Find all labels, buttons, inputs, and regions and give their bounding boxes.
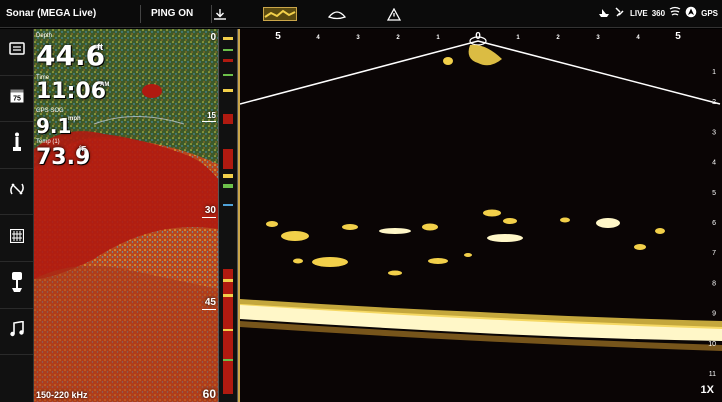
fish-return <box>503 218 517 224</box>
fish-return <box>655 228 665 234</box>
transducer-icon <box>12 132 22 157</box>
depth-tick <box>202 309 216 310</box>
range-label: 0 <box>475 31 481 42</box>
range-label: 1 <box>516 35 520 41</box>
cone-view-icon[interactable] <box>326 6 348 22</box>
flasher-column <box>218 29 238 402</box>
fish-return <box>266 221 278 227</box>
down-scale-45: 45 <box>204 297 216 308</box>
depth-label: 2 <box>712 99 716 106</box>
status-icons: LIVE 360 GPS <box>598 6 718 20</box>
time-value: 11:06 <box>36 79 107 104</box>
depth-label: 6 <box>712 220 716 227</box>
fish-return <box>560 217 570 223</box>
sog-unit: mph <box>68 116 81 122</box>
depth-label: 7 <box>712 250 716 257</box>
range-label: 5 <box>675 31 681 42</box>
fish-return <box>422 223 438 231</box>
depth-label: 11 <box>709 371 716 378</box>
sidebar-item-sonar[interactable] <box>0 169 33 216</box>
range-label: 3 <box>596 35 600 41</box>
sidebar-item-transducer[interactable] <box>0 122 33 169</box>
alert-icon[interactable] <box>384 6 404 22</box>
360-status[interactable]: 360 <box>652 9 665 18</box>
trolling-motor-icon <box>9 271 25 298</box>
ping-status[interactable]: PING ON <box>141 8 211 19</box>
fish-return <box>428 258 448 264</box>
view-title[interactable]: Sonar (MEGA Live) <box>0 8 140 19</box>
range-ticks: 5 4 3 2 1 0 1 2 3 4 5 <box>275 31 681 42</box>
fish-return <box>281 231 309 241</box>
zoom-level[interactable]: 1X <box>701 384 714 396</box>
satellite-icon[interactable] <box>614 6 626 20</box>
depth-unit: ft <box>97 42 103 52</box>
down-scale-30: 30 <box>204 205 216 216</box>
data-readouts: Depth 44.6 ft Time 11:06 AM GPS SOG 9.1 … <box>34 29 218 189</box>
sidebar-item-display[interactable] <box>0 29 33 76</box>
live-sonar-view[interactable]: 54321012345 1 2 3 4 5 6 7 8 9 10 11 1X <box>238 29 722 402</box>
sidebar-item-trolling-motor[interactable] <box>0 262 33 309</box>
fish-return <box>634 244 646 250</box>
temp-gauge-label: 75 <box>13 95 21 102</box>
live-sonar-image: 54321012345 1234567891011 <box>240 31 722 378</box>
fish-return <box>483 209 501 217</box>
sonar-sweep-icon <box>9 181 25 202</box>
range-label: 2 <box>396 35 400 41</box>
range-label: 5 <box>275 31 281 42</box>
depth-tick <box>202 121 216 122</box>
sidebar-item-temperature[interactable]: 75 <box>0 76 33 123</box>
sog-value: 9.1 <box>36 114 72 138</box>
depth-label: 1 <box>712 69 716 76</box>
display-icon <box>8 42 25 61</box>
depth-label: 4 <box>712 160 716 167</box>
flasher-bars <box>223 37 233 394</box>
down-sonar-view[interactable]: Depth 44.6 ft Time 11:06 AM GPS SOG 9.1 … <box>34 29 218 402</box>
down-scale-60: 60 <box>202 387 216 401</box>
depth-label: 3 <box>712 129 716 136</box>
sidebar-item-audio[interactable] <box>0 309 33 356</box>
sidebar: 75 <box>0 29 34 402</box>
temp-gauge-icon: 75 <box>10 89 24 108</box>
near-return <box>468 44 502 66</box>
range-label: 3 <box>356 35 360 41</box>
fish-return <box>342 224 358 230</box>
gps-status[interactable]: GPS <box>701 9 718 18</box>
down-scale-15: 15 <box>207 111 216 120</box>
depth-label: 5 <box>712 190 716 197</box>
fish-return <box>487 234 523 242</box>
grid-settings-icon <box>9 228 24 248</box>
range-label: 2 <box>556 35 560 41</box>
fish-return <box>312 257 348 267</box>
sidebar-item-settings[interactable] <box>0 215 33 262</box>
range-label: 4 <box>636 35 640 41</box>
fish-return <box>379 228 411 234</box>
depth-value: 44.6 <box>36 39 106 72</box>
fish-return <box>596 218 620 228</box>
time-ampm: AM <box>100 82 110 88</box>
music-icon <box>9 320 24 342</box>
sonar-status-icon[interactable] <box>669 6 681 20</box>
range-label: 4 <box>316 35 320 41</box>
live-status[interactable]: LIVE <box>630 9 648 18</box>
fish-return <box>464 253 472 257</box>
fish-return <box>388 270 402 276</box>
temp-unit: °F <box>79 146 87 153</box>
range-label: 1 <box>436 35 440 41</box>
depth-tick <box>202 217 216 218</box>
sonar-thumbnail-icon[interactable] <box>262 6 298 22</box>
depth-label: 8 <box>712 280 716 287</box>
depth-label: 10 <box>708 341 716 348</box>
boat-icon[interactable] <box>598 6 610 20</box>
navigation-icon[interactable] <box>685 6 697 20</box>
depth-label: 9 <box>712 311 716 318</box>
top-bar: Sonar (MEGA Live) PING ON LIVE 360 GPS <box>0 0 722 28</box>
frequency-label: 150-220 kHz <box>36 390 88 400</box>
near-return <box>443 57 453 65</box>
fish-return <box>293 258 303 264</box>
down-scale-0: 0 <box>210 32 216 43</box>
download-icon[interactable] <box>210 6 230 22</box>
